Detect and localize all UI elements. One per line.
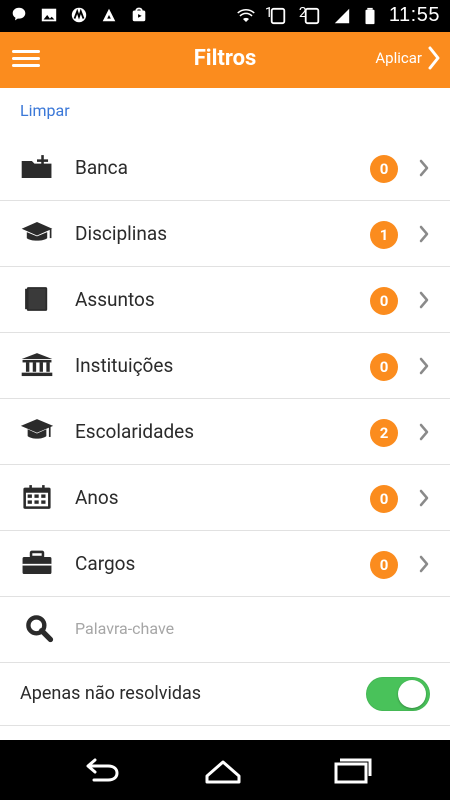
- chevron-right-icon: [419, 489, 429, 507]
- chevron-right-icon: [419, 357, 429, 375]
- home-icon[interactable]: [201, 754, 245, 786]
- unresolved-only-label: Apenas não resolvidas: [20, 683, 202, 704]
- filter-item-banca[interactable]: Banca 0: [0, 135, 450, 201]
- clear-row: Limpar: [0, 88, 450, 136]
- filter-item-disciplinas[interactable]: Disciplinas 1: [0, 201, 450, 267]
- status-bar: 1 2 11:55: [0, 0, 450, 32]
- status-right-icons: 1 2 11:55: [237, 4, 440, 27]
- status-left-icons: [10, 6, 148, 24]
- filter-label: Instituições: [75, 354, 174, 377]
- app-bar: Filtros Aplicar: [0, 32, 450, 88]
- recent-apps-icon[interactable]: [330, 754, 374, 786]
- filter-label: Assuntos: [75, 288, 155, 311]
- sim2-icon: 2: [298, 4, 323, 25]
- filter-item-cargos[interactable]: Cargos 0: [0, 531, 450, 597]
- folder-add-icon: [21, 155, 52, 179]
- back-icon[interactable]: [80, 754, 124, 786]
- filter-item-anos[interactable]: Anos 0: [0, 465, 450, 531]
- filter-label: Banca: [75, 156, 128, 179]
- image-icon: [41, 8, 57, 22]
- toggle-knob: [398, 680, 426, 708]
- apply-label: Aplicar: [375, 49, 422, 67]
- tool-icon: [102, 8, 116, 22]
- count-badge: 1: [370, 221, 398, 249]
- institution-icon: [21, 353, 53, 377]
- unresolved-only-row: Apenas não resolvidas: [0, 663, 450, 726]
- store-icon: [132, 7, 146, 22]
- chevron-right-icon: [419, 225, 429, 243]
- filter-item-escolaridades[interactable]: Escolaridades 2: [0, 399, 450, 465]
- unresolved-only-toggle[interactable]: [366, 677, 430, 711]
- apply-button[interactable]: Aplicar: [375, 46, 440, 70]
- filter-item-instituicoes[interactable]: Instituições 0: [0, 333, 450, 399]
- chevron-right-icon: [428, 46, 440, 70]
- sim1-label: 1: [264, 4, 273, 21]
- count-badge: 0: [370, 551, 398, 579]
- chevron-right-icon: [419, 423, 429, 441]
- count-badge: 2: [370, 419, 398, 447]
- filter-label: Cargos: [75, 552, 136, 575]
- filter-label: Escolaridades: [75, 420, 195, 443]
- count-badge: 0: [370, 485, 398, 513]
- battery-icon: [365, 7, 375, 24]
- search-icon: [26, 615, 54, 643]
- briefcase-icon: [22, 550, 52, 575]
- mortarboard-icon: [20, 419, 54, 439]
- count-badge: 0: [370, 287, 398, 315]
- motorola-icon: [71, 7, 87, 23]
- sim2-label: 2: [298, 4, 307, 21]
- chevron-right-icon: [419, 291, 429, 309]
- system-nav-bar: [0, 740, 450, 800]
- keyword-placeholder: Palavra-chave: [75, 619, 175, 638]
- keyword-search-field[interactable]: Palavra-chave: [0, 597, 450, 663]
- graduation-cap-icon: [21, 221, 53, 241]
- filter-label: Disciplinas: [75, 222, 168, 245]
- filter-item-assuntos[interactable]: Assuntos 0: [0, 267, 450, 333]
- chevron-right-icon: [419, 555, 429, 573]
- filters-list: Banca 0 Disciplinas 1 Assuntos 0 Institu…: [0, 135, 450, 663]
- book-icon: [25, 287, 48, 311]
- chat-bubble-icon: [12, 7, 26, 21]
- calendar-icon: [23, 485, 51, 509]
- filter-label: Anos: [75, 486, 119, 509]
- signal-icon: [334, 8, 350, 23]
- count-badge: 0: [370, 353, 398, 381]
- sim1-icon: 1: [264, 4, 289, 25]
- wifi-icon: [237, 8, 255, 22]
- status-time: 11:55: [388, 4, 440, 26]
- chevron-right-icon: [419, 159, 429, 177]
- clear-link[interactable]: Limpar: [20, 101, 70, 120]
- count-badge: 0: [370, 155, 398, 183]
